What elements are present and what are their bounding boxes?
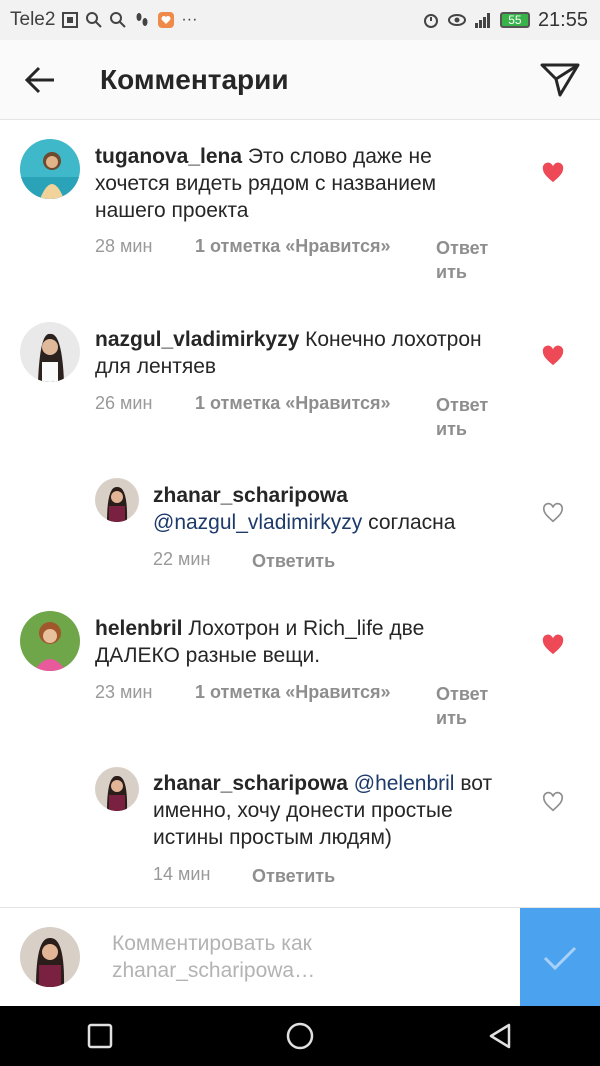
carrier-label: Tele2	[10, 9, 56, 30]
comment-time: 26 мин	[95, 393, 153, 413]
reply-button[interactable]: Ответить	[252, 864, 335, 888]
likes-count[interactable]: 1 отметка «Нравится»	[195, 393, 436, 441]
heart-outline-icon[interactable]	[542, 791, 564, 813]
reply-button[interactable]: Ответить	[436, 236, 496, 284]
alarm-icon	[423, 14, 438, 28]
reply-button[interactable]: Ответить	[436, 393, 496, 441]
clock: 21:55	[537, 8, 588, 31]
triangle-back-icon	[489, 1023, 511, 1049]
sim-icon	[62, 12, 79, 28]
heart-filled-icon[interactable]	[542, 162, 564, 184]
mention-link[interactable]: @nazgul_vladimirkyzy	[153, 511, 362, 534]
back-button[interactable]	[0, 40, 80, 120]
eye-icon	[447, 14, 466, 26]
likes-count[interactable]: 1 отметка «Нравится»	[195, 236, 436, 284]
status-bar: Tele2 ··· 55 21:55	[0, 0, 600, 40]
heart-filled-icon[interactable]	[542, 345, 564, 367]
search-icon-2	[110, 12, 127, 28]
comment-time: 23 мин	[95, 682, 153, 702]
reply-button[interactable]: Ответить	[252, 549, 335, 573]
mention-link[interactable]: @helenbril	[354, 772, 455, 795]
avatar[interactable]	[20, 322, 80, 382]
avatar[interactable]	[20, 611, 80, 671]
comment-username[interactable]: zhanar_scharipowa	[153, 484, 348, 507]
comment-username[interactable]: nazgul_vladimirkyzy	[95, 328, 299, 351]
signal-icon	[474, 13, 490, 28]
comment-composer: Комментировать как zhanar_scharipowa…	[0, 907, 600, 1007]
heart-filled-icon[interactable]	[542, 634, 564, 656]
post-comment-button[interactable]	[520, 908, 600, 1007]
app-notification-icon	[158, 12, 175, 28]
comment-username[interactable]: helenbril	[95, 617, 183, 640]
comment-time: 22 мин	[153, 549, 211, 569]
comments-list[interactable]: tuganova_lena Это слово даже не хочется …	[0, 121, 600, 907]
paper-plane-icon	[540, 63, 580, 96]
more-notifications-icon: ···	[181, 11, 198, 28]
direct-share-button[interactable]	[520, 40, 600, 120]
comment-time: 28 мин	[95, 236, 153, 256]
app-header: Комментарии	[0, 40, 600, 120]
heart-outline-icon[interactable]	[542, 502, 564, 524]
reply-button[interactable]: Ответить	[436, 682, 496, 730]
search-icon	[86, 12, 103, 28]
avatar[interactable]	[95, 767, 139, 811]
arrow-left-icon	[24, 66, 54, 93]
page-title: Комментарии	[100, 63, 289, 95]
battery-icon: 55	[499, 12, 530, 28]
circle-icon	[286, 1022, 314, 1050]
recents-button[interactable]	[70, 1006, 130, 1066]
comment-time: 14 мин	[153, 864, 211, 884]
system-nav-bar	[0, 1006, 600, 1066]
comment-input[interactable]: Комментировать как zhanar_scharipowa…	[112, 930, 492, 984]
avatar[interactable]	[20, 139, 80, 199]
home-button[interactable]	[270, 1006, 330, 1066]
checkmark-icon	[543, 946, 577, 970]
avatar	[20, 927, 80, 987]
likes-count[interactable]: 1 отметка «Нравится»	[195, 682, 436, 730]
comment-username[interactable]: zhanar_scharipowa	[153, 772, 348, 795]
system-back-button[interactable]	[470, 1006, 530, 1066]
avatar[interactable]	[95, 478, 139, 522]
comment-text: согласна	[368, 511, 456, 534]
comment-username[interactable]: tuganova_lena	[95, 145, 242, 168]
footsteps-icon	[136, 13, 148, 26]
square-icon	[87, 1023, 113, 1049]
